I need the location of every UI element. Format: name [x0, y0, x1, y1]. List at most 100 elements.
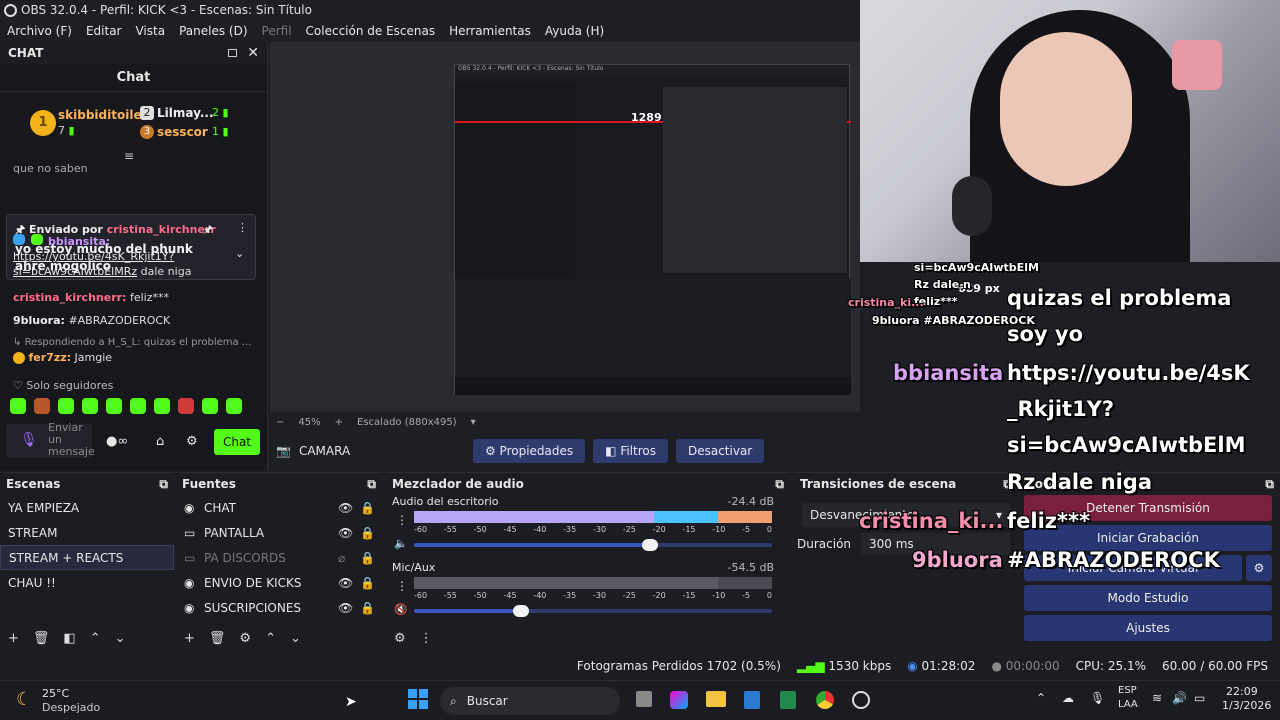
chevron-up-icon[interactable]: ⌃	[90, 631, 101, 646]
eye-icon[interactable]: 👁	[338, 601, 360, 615]
chevron-down-icon[interactable]: ⌄	[235, 247, 244, 260]
emote-icon[interactable]	[106, 398, 122, 414]
scale-label[interactable]: Escalado (880x495)	[357, 417, 457, 428]
close-icon[interactable]: ✕	[247, 45, 259, 61]
chrome-icon[interactable]	[816, 691, 834, 709]
float-icon[interactable]: ⧉	[159, 477, 168, 492]
emote-icon[interactable]	[130, 398, 146, 414]
more-icon[interactable]: ⋮	[237, 221, 248, 234]
add-icon[interactable]: +	[8, 631, 19, 646]
menu-view[interactable]: Vista	[128, 24, 172, 38]
float-icon[interactable]: ⧉	[1265, 477, 1274, 492]
menu-scene-collection[interactable]: Colección de Escenas	[299, 24, 443, 38]
float-icon[interactable]: ⧉	[775, 477, 784, 492]
eye-icon[interactable]: 👁	[338, 501, 360, 515]
chevron-down-icon[interactable]: ⌄	[115, 631, 126, 646]
weather-temp[interactable]: 25°C	[42, 687, 69, 700]
volume-icon[interactable]: 🔊	[1172, 691, 1187, 705]
menu-tools[interactable]: Herramientas	[442, 24, 538, 38]
mic-icon[interactable]: 🎙	[20, 432, 38, 448]
lock-icon[interactable]: 🔒	[360, 601, 382, 615]
copilot-icon[interactable]	[670, 691, 688, 709]
emote-icon[interactable]	[82, 398, 98, 414]
duration-input[interactable]: 300 ms	[861, 533, 1010, 555]
windows-start-icon[interactable]	[408, 689, 428, 709]
chat-link[interactable]: https://youtu.be/4sK_Rkjit1Y?	[13, 250, 174, 263]
clock-time[interactable]: 22:09	[1226, 685, 1258, 698]
emote-icon[interactable]	[226, 398, 242, 414]
gear-icon[interactable]: ⚙	[239, 631, 251, 646]
menu-file[interactable]: Archivo (F)	[0, 24, 79, 38]
source-item[interactable]: ▭ PA DISCORDS ⌀ 🔒	[176, 545, 382, 570]
excel-icon[interactable]	[780, 691, 796, 709]
volume-handle[interactable]	[513, 605, 530, 617]
menu-edit[interactable]: Editar	[79, 24, 129, 38]
volume-slider[interactable]	[414, 539, 772, 551]
more-icon[interactable]: ⋮	[396, 513, 408, 527]
eye-hidden-icon[interactable]: ⌀	[338, 551, 360, 565]
lock-icon[interactable]: 🔒	[360, 576, 382, 590]
menu-help[interactable]: Ayuda (H)	[538, 24, 611, 38]
filters-button[interactable]: ◧ Filtros	[593, 439, 668, 463]
transition-select[interactable]: Desvanecimiento ▾	[802, 503, 1010, 527]
volume-handle[interactable]	[642, 539, 659, 551]
deactivate-button[interactable]: Desactivar	[675, 439, 765, 463]
emote-picker-icon[interactable]: ●∞	[106, 434, 128, 449]
emote-icon[interactable]	[10, 398, 26, 414]
wifi-icon[interactable]: ≋	[1152, 691, 1162, 705]
language-code[interactable]: ESP	[1118, 685, 1137, 696]
weather-desc[interactable]: Despejado	[42, 701, 100, 714]
battery-icon[interactable]: ▭	[1194, 691, 1205, 705]
emote-icon[interactable]	[154, 398, 170, 414]
cloud-icon[interactable]: ☁	[1062, 691, 1074, 705]
source-item[interactable]: ◉ CHAT 👁 🔒	[176, 495, 382, 520]
menu-docks[interactable]: Paneles (D)	[172, 24, 254, 38]
taskbar-search[interactable]: ⌕ Buscar	[440, 687, 620, 715]
float-icon[interactable]: ⧉	[367, 477, 376, 492]
unpin-icon[interactable]: 🖈	[203, 221, 213, 240]
leader-2-name[interactable]: Lilmay...	[157, 106, 214, 120]
trash-icon[interactable]: 🗑	[209, 631, 226, 646]
source-item[interactable]: ▭ PANTALLA 👁 🔒	[176, 520, 382, 545]
lock-icon[interactable]: 🔒	[360, 501, 382, 515]
emote-icon[interactable]	[178, 398, 194, 414]
lock-icon[interactable]: 🔒	[360, 551, 382, 565]
scene-item-selected[interactable]: STREAM + REACTS	[0, 545, 174, 570]
settings-button[interactable]: Ajustes	[1024, 615, 1272, 641]
studio-mode-button[interactable]: Modo Estudio	[1024, 585, 1272, 611]
chat-send-button[interactable]: Chat	[214, 429, 260, 455]
leader-1-name[interactable]: skibbiditoilet	[58, 108, 147, 122]
speaker-icon[interactable]: 🔈	[394, 537, 408, 550]
scene-item[interactable]: YA EMPIEZA	[0, 495, 174, 520]
stop-streaming-button[interactable]: Detener Transmisión	[1024, 495, 1272, 521]
lock-icon[interactable]: 🔒	[360, 526, 382, 540]
task-view-icon[interactable]	[636, 691, 652, 707]
emote-icon[interactable]	[34, 398, 50, 414]
float-icon[interactable]: ⧉	[1003, 477, 1012, 492]
language-layout[interactable]: LAA	[1118, 699, 1138, 710]
menu-profile[interactable]: Perfil	[255, 24, 299, 38]
obs-icon[interactable]	[852, 691, 870, 709]
trash-icon[interactable]: 🗑	[33, 631, 50, 646]
emote-icon[interactable]	[202, 398, 218, 414]
chat-input[interactable]: 🎙 Enviar un mensaje	[6, 422, 95, 458]
scene-item[interactable]: CHAU !!	[0, 570, 174, 595]
collapse-icon[interactable]: ≡	[124, 149, 134, 163]
scene-item[interactable]: STREAM	[0, 520, 174, 545]
speaker-muted-icon[interactable]: 🔇	[394, 603, 408, 616]
gear-icon[interactable]: ⚙	[1246, 555, 1272, 581]
eye-icon[interactable]: 👁	[338, 526, 360, 540]
emote-icon[interactable]	[58, 398, 74, 414]
gear-icon[interactable]: ⚙	[394, 631, 406, 646]
zoom-out-icon[interactable]: −	[276, 417, 284, 428]
source-item[interactable]: ◉ SUSCRIPCIONES 👁 🔒	[176, 595, 382, 620]
more-icon[interactable]: ⋮	[396, 579, 408, 593]
chevron-down-icon[interactable]: ⌄	[290, 631, 301, 646]
scale-dropdown-icon[interactable]: ▾	[471, 417, 476, 428]
leader-3-name[interactable]: sesscor	[157, 125, 208, 139]
start-virtual-camera-button[interactable]: Iniciar Cámara Virtual	[1024, 555, 1242, 581]
zoom-in-icon[interactable]: +	[335, 417, 343, 428]
filter-icon[interactable]: ◧	[63, 631, 75, 646]
mic-icon[interactable]: 🎙	[1090, 691, 1105, 705]
source-item[interactable]: ◉ ENVIO DE KICKS 👁 🔒	[176, 570, 382, 595]
